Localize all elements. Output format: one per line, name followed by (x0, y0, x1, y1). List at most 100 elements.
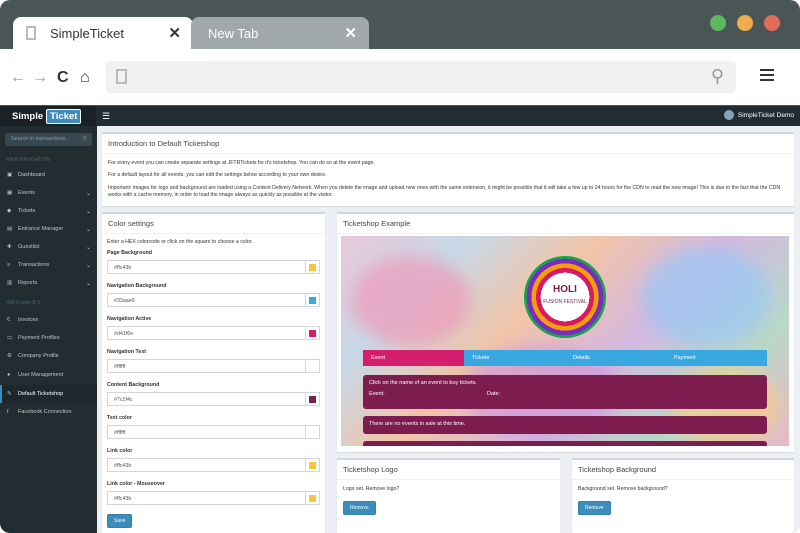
color-swatch[interactable] (305, 459, 319, 472)
date-label: Date: (487, 391, 501, 397)
no-events-text: There are no events in sale at this time… (369, 421, 466, 427)
back-arrow-icon[interactable]: ← (10, 69, 26, 87)
navigation-text-field[interactable]: #ffffff (107, 359, 320, 374)
gear-icon: ⚙ (7, 353, 12, 359)
sidebar-item-payment-profiles[interactable]: ▭ Payment Profiles (0, 329, 97, 347)
address-bar[interactable]: ⚲ (106, 61, 736, 93)
color-swatch[interactable] (305, 492, 319, 505)
dashboard-icon: ▣ (7, 172, 13, 178)
maximize-button[interactable] (710, 15, 726, 31)
sidebar-item-reports[interactable]: ▥ Reports ⌄ (0, 274, 97, 292)
sidebar-item-label: User Management (18, 372, 64, 378)
color-swatch[interactable] (305, 360, 319, 373)
search-icon[interactable]: ⚲ (711, 66, 724, 87)
forward-arrow-icon[interactable]: → (32, 69, 48, 87)
sidebar-item-transactions[interactable]: ≡ Transactions ⌄ (0, 256, 97, 274)
ticketshop-tabs: Event Tickets Details Payment (363, 350, 767, 366)
reload-icon[interactable]: C (57, 69, 69, 87)
field-value: #ffc43b (114, 265, 132, 272)
color-swatch[interactable] (305, 294, 319, 307)
save-button[interactable]: Save (107, 514, 133, 529)
event-header-row: Event: Date: (369, 391, 761, 397)
color-swatch[interactable] (305, 327, 319, 340)
window-controls (710, 15, 780, 31)
sidebar-item-label: Reports (18, 280, 38, 286)
users-icon: ● (7, 372, 11, 378)
close-window-button[interactable] (764, 15, 780, 31)
ticketshop-example-box: Ticketshop Example HOLI FUSION FESTIVAL … (337, 212, 794, 452)
navigation-background-field[interactable]: #33aae0 (107, 293, 320, 308)
tag-icon: ◆ (7, 208, 12, 214)
tab-event[interactable]: Event (363, 350, 464, 366)
sidebar-toggle-icon[interactable]: ☰ (102, 111, 110, 122)
app-logo[interactable]: Simple Ticket (0, 106, 96, 126)
browser-toolbar: ← → C ⌂ ⚲ (0, 49, 800, 105)
sidebar-item-guestlist[interactable]: ✚ Guestlist ⌄ (0, 238, 97, 256)
sidebar-item-tickets[interactable]: ◆ Tickets ⌄ (0, 202, 97, 220)
link-color-field[interactable]: #ffc43b (107, 458, 320, 473)
field-label: Navigation Background (107, 283, 167, 290)
chevron-down-icon: ⌄ (85, 262, 91, 269)
close-icon[interactable]: ✕ (344, 24, 357, 42)
sidebar-item-entrance-manager[interactable]: ▤ Entrance Manager ⌄ (0, 220, 97, 238)
user-menu[interactable]: SimpleTicket Demo (723, 110, 794, 120)
remove-background-button[interactable]: Remove (578, 501, 611, 516)
color-swatch[interactable] (305, 261, 319, 274)
logo-status-text: Logo set. Remove logo? (343, 486, 400, 492)
sidebar-item-invoices[interactable]: € Invoices (0, 311, 97, 329)
field-label: Text color (107, 415, 132, 422)
tab-label: SimpleTicket (50, 25, 124, 41)
browser-tab-active[interactable]: SimpleTicket ✕ (13, 17, 193, 49)
text-color-field[interactable]: #ffffff (107, 425, 320, 440)
sidebar-item-label: Tickets (18, 208, 36, 214)
field-value: #33aae0 (114, 298, 135, 305)
field-label: Navigation Active (107, 316, 152, 323)
sidebar-item-label: Payment Profiles (18, 335, 60, 341)
color-swatch[interactable] (305, 393, 319, 406)
navigation-active-field[interactable]: #d41f6e (107, 326, 320, 341)
sidebar-item-company-profile[interactable]: ⚙ Company Profile (0, 347, 97, 365)
link-color-mouseover-field[interactable]: #ffc43b (107, 491, 320, 506)
ticketshop-example-title: Ticketshop Example (337, 214, 794, 234)
sidebar-item-label: Facebook Connection (18, 409, 72, 415)
field-label: Page Background (107, 250, 153, 257)
search-icon[interactable]: ⚲ (83, 135, 87, 142)
color-blob (351, 256, 471, 346)
app-area: Simple Ticket ☰ SimpleTicket Demo Search … (0, 106, 800, 533)
intro-box: Introduction to Default Ticketshop For e… (102, 132, 794, 206)
color-swatch[interactable] (305, 426, 319, 439)
app-topbar: Simple Ticket ☰ SimpleTicket Demo (0, 106, 800, 126)
sidebar-item-facebook-connection[interactable]: f Facebook Connection (0, 403, 97, 421)
menu-icon[interactable] (760, 69, 774, 84)
no-events-panel: There are no events in sale at this time… (363, 416, 767, 434)
remove-logo-button[interactable]: Remove (343, 501, 376, 516)
field-value: #ffffff (114, 364, 126, 371)
sidebar-item-label: Transactions (18, 262, 50, 268)
tab-payment[interactable]: Payment (666, 350, 767, 366)
sidebar-item-default-ticketshop[interactable]: ✎ Default Ticketshop (0, 385, 97, 403)
list-icon: ≡ (7, 262, 11, 268)
color-settings-hint: Enter a HEX colorcode or click on the sq… (107, 239, 253, 245)
tab-details[interactable]: Details (565, 350, 666, 366)
content-background-field[interactable]: #7c1f4c (107, 392, 320, 407)
background-status-text: Background set. Remove background? (578, 486, 668, 492)
card-icon: ▭ (7, 335, 13, 341)
sidebar-item-user-management[interactable]: ● User Management (0, 366, 97, 384)
sidebar-item-label: Entrance Manager (18, 226, 64, 232)
click-instruction: Click on the name of an event to buy tic… (369, 380, 477, 386)
field-label: Link color - Mouseover (107, 481, 165, 488)
page-background-field[interactable]: #ffc43b (107, 260, 320, 275)
close-icon[interactable]: ✕ (168, 24, 181, 42)
sidebar-item-label: Events (18, 190, 35, 196)
search-input[interactable]: Search in transactions... ⚲ (5, 133, 92, 146)
tab-tickets[interactable]: Tickets (464, 350, 565, 366)
event-label: Event: (369, 391, 385, 397)
sidebar-item-dashboard[interactable]: ▣ Dashboard (0, 166, 97, 184)
field-label: Navigation Text (107, 349, 147, 356)
browser-window: SimpleTicket ✕ New Tab ✕ ← → C ⌂ ⚲ Simpl… (0, 0, 800, 533)
home-icon[interactable]: ⌂ (80, 69, 90, 87)
browser-tab[interactable]: New Tab ✕ (191, 17, 369, 49)
minimize-button[interactable] (737, 15, 753, 31)
logo-text: HOLI (553, 284, 577, 295)
sidebar-item-events[interactable]: ▦ Events ⌄ (0, 184, 97, 202)
